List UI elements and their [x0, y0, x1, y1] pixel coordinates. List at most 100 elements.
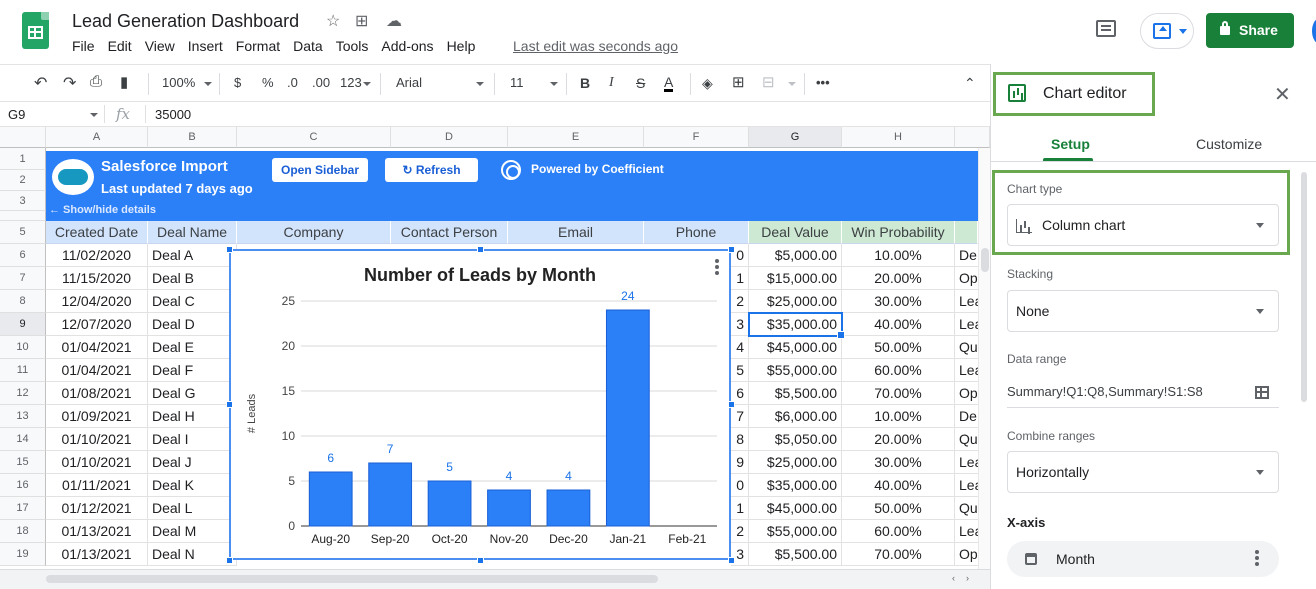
currency-format-button[interactable]: $ [234, 75, 241, 90]
menu-file[interactable]: File [72, 38, 95, 54]
table-cell[interactable]: Deal H [148, 405, 237, 428]
resize-handle[interactable] [226, 557, 233, 564]
data-range-input[interactable]: Summary!Q1:Q8,Summary!S1:S8 [1007, 384, 1279, 408]
font-size-select[interactable]: 11 [510, 75, 524, 90]
table-cell[interactable]: 50.00% [842, 336, 955, 359]
table-cell[interactable]: 01/04/2021 [46, 359, 148, 382]
table-cell[interactable]: $25,000.00 [749, 451, 842, 474]
menu-addons[interactable]: Add-ons [381, 38, 433, 54]
table-cell[interactable]: Deal I [148, 428, 237, 451]
row-header-5[interactable]: 5 [0, 221, 46, 244]
table-cell[interactable]: 40.00% [842, 313, 955, 336]
row-header-8[interactable]: 8 [0, 290, 46, 313]
table-cell[interactable]: 20.00% [842, 267, 955, 290]
table-cell[interactable]: $5,050.00 [749, 428, 842, 451]
column-header-h[interactable]: H [842, 127, 955, 148]
bold-button[interactable]: B [580, 75, 590, 91]
table-cell[interactable]: 2 [731, 520, 749, 543]
undo-icon[interactable]: ↶ [34, 73, 47, 93]
table-cell[interactable]: Deal A [148, 244, 237, 267]
resize-handle[interactable] [728, 557, 735, 564]
row-header-19[interactable]: 19 [0, 543, 46, 566]
more-options-icon[interactable] [1255, 550, 1259, 568]
close-icon[interactable]: ✕ [1274, 82, 1291, 107]
table-cell[interactable]: $5,500.00 [749, 543, 842, 566]
table-cell[interactable]: 01/13/2021 [46, 543, 148, 566]
table-cell[interactable]: 01/08/2021 [46, 382, 148, 405]
row-header-14[interactable]: 14 [0, 428, 46, 451]
menu-help[interactable]: Help [447, 38, 476, 54]
row-header-9[interactable]: 9 [0, 313, 46, 336]
table-cell[interactable]: 70.00% [842, 543, 955, 566]
table-cell[interactable]: 3 [731, 313, 749, 336]
formula-input[interactable]: 35000 [155, 107, 191, 122]
table-cell[interactable]: 01/04/2021 [46, 336, 148, 359]
row-header-6[interactable]: 6 [0, 244, 46, 267]
more-tools-icon[interactable]: ••• [816, 75, 830, 90]
table-cell[interactable]: 60.00% [842, 520, 955, 543]
scroll-left-icon[interactable]: ‹ [952, 573, 955, 583]
avatar[interactable] [1312, 18, 1316, 44]
table-cell[interactable]: 4 [731, 336, 749, 359]
table-cell[interactable]: 50.00% [842, 497, 955, 520]
italic-button[interactable]: I [609, 75, 614, 91]
column-header-a[interactable]: A [46, 127, 148, 148]
table-cell[interactable]: $5,500.00 [749, 382, 842, 405]
merge-cells-icon[interactable]: ⊟ [762, 73, 775, 91]
table-cell[interactable]: 01/13/2021 [46, 520, 148, 543]
name-box[interactable]: G9 [8, 107, 25, 122]
table-cell[interactable]: Deal B [148, 267, 237, 290]
column-header-g[interactable]: G [749, 127, 842, 148]
menu-edit[interactable]: Edit [108, 38, 132, 54]
chart-type-select[interactable]: Column chart [1007, 204, 1279, 246]
column-header-next[interactable] [955, 127, 990, 148]
table-cell[interactable]: 70.00% [842, 382, 955, 405]
row-header-4[interactable]: 4 [0, 211, 46, 221]
table-cell[interactable]: 1 [731, 267, 749, 290]
redo-icon[interactable]: ↷ [63, 73, 76, 93]
row-header-3[interactable]: 3 [0, 191, 46, 211]
table-cell[interactable]: $35,000.00 [749, 474, 842, 497]
show-hide-details-link[interactable]: ← Show/hide details [49, 204, 156, 216]
resize-handle[interactable] [728, 246, 735, 253]
table-cell[interactable]: 1 [731, 497, 749, 520]
table-cell[interactable]: Deal N [148, 543, 237, 566]
table-cell[interactable]: 9 [731, 451, 749, 474]
row-header-18[interactable]: 18 [0, 520, 46, 543]
resize-handle[interactable] [226, 401, 233, 408]
menu-data[interactable]: Data [293, 38, 323, 54]
strikethrough-button[interactable]: S [636, 75, 645, 91]
column-header-d[interactable]: D [391, 127, 508, 148]
table-cell[interactable]: $15,000.00 [749, 267, 842, 290]
table-cell[interactable]: Deal J [148, 451, 237, 474]
increase-decimal-button[interactable]: .00 [312, 75, 330, 90]
comment-history-icon[interactable] [1096, 20, 1116, 37]
percent-format-button[interactable]: % [262, 75, 274, 90]
cloud-status-icon[interactable]: ☁ [386, 11, 402, 31]
document-title[interactable]: Lead Generation Dashboard [72, 11, 299, 32]
selected-cell[interactable] [748, 312, 845, 339]
last-edit-link[interactable]: Last edit was seconds ago [513, 38, 678, 54]
row-header-15[interactable]: 15 [0, 451, 46, 474]
table-cell[interactable]: Deal K [148, 474, 237, 497]
x-axis-chip[interactable]: Month [1007, 541, 1279, 577]
resize-handle[interactable] [477, 557, 484, 564]
row-header-12[interactable]: 12 [0, 382, 46, 405]
table-cell[interactable]: 12/07/2020 [46, 313, 148, 336]
table-cell[interactable]: 01/11/2021 [46, 474, 148, 497]
present-button[interactable] [1140, 13, 1194, 49]
tab-setup[interactable]: Setup [1051, 136, 1090, 152]
horizontal-scrollbar[interactable]: ‹ › [0, 569, 990, 589]
table-cell[interactable]: 5 [731, 359, 749, 382]
table-cell[interactable]: $5,000.00 [749, 244, 842, 267]
font-select[interactable]: Arial [396, 75, 422, 90]
column-header-e[interactable]: E [508, 127, 644, 148]
table-cell[interactable]: 60.00% [842, 359, 955, 382]
menu-insert[interactable]: Insert [188, 38, 223, 54]
decrease-decimal-button[interactable]: .0 [287, 75, 298, 90]
collapse-toolbar-icon[interactable]: ⌃ [964, 75, 976, 92]
share-button[interactable]: Share [1206, 13, 1294, 48]
table-cell[interactable]: 30.00% [842, 451, 955, 474]
table-cell[interactable]: Deal L [148, 497, 237, 520]
table-cell[interactable]: Deal D [148, 313, 237, 336]
